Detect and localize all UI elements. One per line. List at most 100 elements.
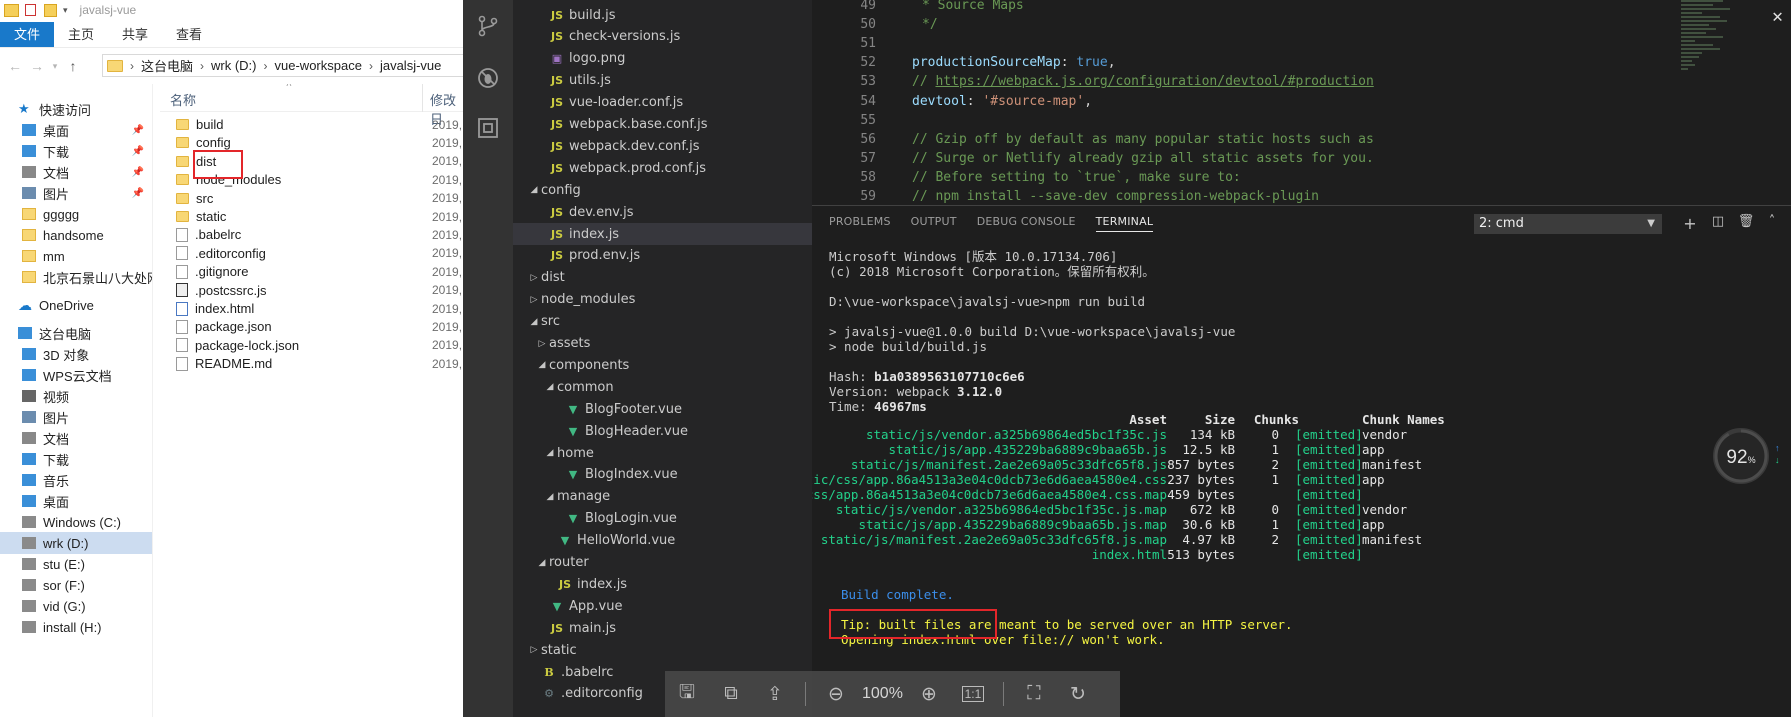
nav-item[interactable]: Windows (C:) <box>0 511 152 533</box>
terminal-selector[interactable]: 2: cmd ▼ <box>1474 214 1662 234</box>
nav-item[interactable]: 视频 <box>0 385 152 407</box>
tree-item[interactable]: JS check-versions.js <box>513 26 812 48</box>
tree-item[interactable]: ▼ BlogLogin.vue <box>513 508 812 530</box>
nav-item[interactable]: 文档 📌 <box>0 161 152 183</box>
column-name[interactable]: 名称 <box>170 90 196 109</box>
chevron-down-icon[interactable]: ◢ <box>543 492 557 502</box>
actual-size-icon[interactable]: 1:1 <box>951 686 995 702</box>
tree-item[interactable]: ▣ logo.png <box>513 48 812 70</box>
chevron-down-icon[interactable]: ◢ <box>535 360 549 370</box>
tree-item[interactable]: ◢ config <box>513 179 812 201</box>
tree-item[interactable]: JS vue-loader.conf.js <box>513 92 812 114</box>
chevron-right-icon[interactable]: ▷ <box>527 295 541 305</box>
nav-item[interactable]: ☁ OneDrive <box>0 294 152 316</box>
tree-item[interactable]: ▼ BlogFooter.vue <box>513 398 812 420</box>
panel-tab[interactable]: DEBUG CONSOLE <box>977 215 1076 231</box>
fit-screen-icon[interactable]: ⛶ <box>1012 683 1056 705</box>
nav-item[interactable]: 3D 对象 <box>0 343 152 365</box>
nav-item[interactable]: 图片 📌 <box>0 182 152 204</box>
nav-item[interactable]: sor (F:) <box>0 574 152 596</box>
nav-item[interactable]: 下载 📌 <box>0 140 152 162</box>
nav-item[interactable]: 图片 <box>0 406 152 428</box>
close-icon[interactable]: ✕ <box>1772 6 1783 27</box>
tree-item[interactable]: JS build.js <box>513 4 812 26</box>
tree-item[interactable]: ▷ assets <box>513 333 812 355</box>
tree-item[interactable]: JS utils.js <box>513 70 812 92</box>
nav-item[interactable]: 北京石景山八大处网 <box>0 266 152 288</box>
nav-item[interactable]: handsome <box>0 224 152 246</box>
breadcrumb-item[interactable]: wrk (D:) <box>211 58 257 73</box>
nav-item[interactable]: wrk (D:) <box>0 532 152 554</box>
tree-item[interactable]: ◢ common <box>513 376 812 398</box>
nav-item[interactable]: ★ 快速访问 <box>0 98 152 120</box>
save-icon[interactable]: 🖫 <box>665 678 709 710</box>
tree-item[interactable]: ▷ static <box>513 639 812 661</box>
panel-tab[interactable]: TERMINAL <box>1095 215 1154 232</box>
rotate-icon[interactable]: ↻ <box>1056 683 1100 706</box>
up-arrow-icon[interactable]: ↑ <box>62 58 84 74</box>
zoom-in-icon[interactable]: ⊕ <box>907 683 951 706</box>
ribbon-tab[interactable]: 共享 <box>108 22 162 47</box>
breadcrumb-item[interactable]: 这台电脑 <box>141 56 193 75</box>
nav-item[interactable]: stu (E:) <box>0 553 152 575</box>
tree-item[interactable]: ▼ BlogIndex.vue <box>513 464 812 486</box>
chevron-down-icon[interactable]: ◢ <box>527 185 541 195</box>
tree-item[interactable]: JS main.js <box>513 617 812 639</box>
pin-icon[interactable]: 📌 <box>132 146 144 157</box>
extensions-icon[interactable] <box>476 116 500 140</box>
nav-item[interactable]: 音乐 <box>0 469 152 491</box>
trash-icon[interactable]: 🗑 <box>1736 214 1756 229</box>
tree-item[interactable]: JS index.js <box>513 223 812 245</box>
tree-item[interactable]: ◢ router <box>513 552 812 574</box>
nav-item[interactable]: WPS云文档 <box>0 364 152 386</box>
back-arrow-icon[interactable]: ← <box>4 58 26 74</box>
maximize-panel-icon[interactable]: ˄ <box>1762 214 1782 229</box>
tree-item[interactable]: ▷ node_modules <box>513 289 812 311</box>
tree-item[interactable]: JS prod.env.js <box>513 245 812 267</box>
tree-item[interactable]: ▷ dist <box>513 267 812 289</box>
properties-check-icon[interactable] <box>25 4 36 16</box>
address-breadcrumb[interactable]: › 这台电脑 › wrk (D:) › vue-workspace › java… <box>102 54 463 77</box>
tree-item[interactable]: ▼ BlogHeader.vue <box>513 420 812 442</box>
close-panel-icon[interactable]: ✕ <box>1786 214 1791 230</box>
breadcrumb-item[interactable]: javalsj-vue <box>380 58 441 73</box>
code-editor[interactable]: 49 * Source Maps 50 */ 51 52 productionSourceM… <box>812 0 1791 205</box>
panel-tab[interactable]: OUTPUT <box>911 215 957 231</box>
ribbon-tab[interactable]: 主页 <box>54 22 108 47</box>
tree-item[interactable]: ◢ src <box>513 311 812 333</box>
nav-item[interactable]: 这台电脑 <box>0 322 152 344</box>
zoom-out-icon[interactable]: ⊖ <box>814 683 858 706</box>
tree-item[interactable]: ◢ home <box>513 442 812 464</box>
chevron-down-icon[interactable]: ◢ <box>535 558 549 568</box>
pane-divider[interactable] <box>152 84 153 717</box>
crop-icon[interactable]: ⧉ <box>709 683 753 705</box>
nav-item[interactable]: 文档 <box>0 427 152 449</box>
debug-icon[interactable] <box>476 66 500 90</box>
file-row[interactable]: README.md 2019, <box>160 353 463 374</box>
nav-item[interactable]: ggggg <box>0 203 152 225</box>
forward-arrow-icon[interactable]: → <box>26 58 48 74</box>
new-terminal-icon[interactable]: + <box>1680 214 1700 233</box>
chevron-down-icon[interactable]: ◢ <box>543 382 557 392</box>
performance-gauge[interactable]: 92% <box>1713 428 1769 484</box>
tree-item[interactable]: ▼ App.vue <box>513 595 812 617</box>
pin-icon[interactable]: 📌 <box>132 167 144 178</box>
ribbon-tab[interactable]: 文件 <box>0 22 55 47</box>
split-terminal-icon[interactable]: ◫ <box>1708 214 1728 229</box>
pin-icon[interactable]: 📌 <box>132 188 144 199</box>
share-icon[interactable]: ⇪ <box>753 683 797 706</box>
nav-item[interactable]: vid (G:) <box>0 595 152 617</box>
tree-item[interactable]: JS dev.env.js <box>513 201 812 223</box>
chevron-right-icon[interactable]: ▷ <box>527 273 541 283</box>
minimap[interactable] <box>1681 0 1751 95</box>
quick-access-folder-icon[interactable] <box>4 3 19 17</box>
recent-chevron-icon[interactable]: ▾ <box>48 61 62 72</box>
tree-item[interactable]: JS webpack.base.conf.js <box>513 114 812 136</box>
pin-icon[interactable]: 📌 <box>132 125 144 136</box>
nav-item[interactable]: 下载 <box>0 448 152 470</box>
new-folder-icon[interactable] <box>44 3 57 17</box>
nav-item[interactable]: 桌面 <box>0 490 152 512</box>
breadcrumb-item[interactable]: vue-workspace <box>275 58 362 73</box>
chevron-right-icon[interactable]: ▷ <box>527 645 541 655</box>
tree-item[interactable]: JS index.js <box>513 573 812 595</box>
